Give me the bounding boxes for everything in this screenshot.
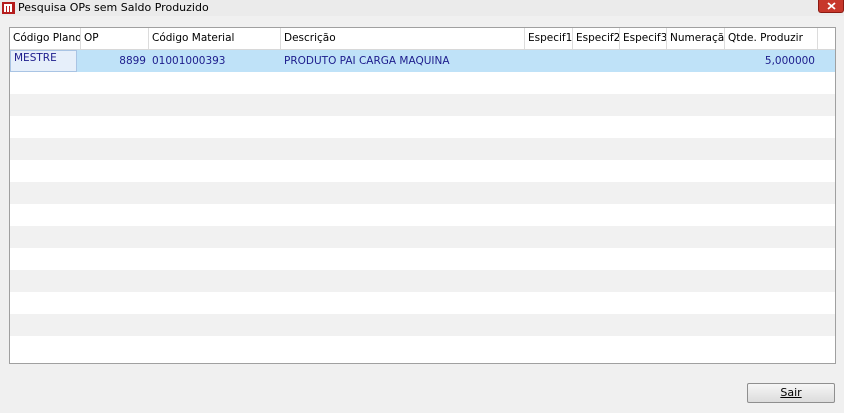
empty-row <box>10 292 835 314</box>
app-logo-icon <box>2 1 15 14</box>
cell-codigo-material[interactable]: 01001000393 <box>149 50 281 72</box>
cell-especif2[interactable] <box>573 50 620 72</box>
column-header-numeracao[interactable]: Numeração <box>667 28 725 49</box>
empty-row <box>10 72 835 94</box>
cell-codigo-plano[interactable]: MESTRE <box>10 50 77 72</box>
column-header-especif1[interactable]: Especif1 <box>525 28 573 49</box>
close-button[interactable] <box>818 0 844 13</box>
cell-qtde-produzir[interactable]: 5,000000 <box>725 50 818 72</box>
table-row[interactable]: MESTRE 8899 01001000393 PRODUTO PAI CARG… <box>10 50 835 72</box>
empty-row <box>10 204 835 226</box>
column-header-codigo-material[interactable]: Código Material <box>149 28 281 49</box>
close-icon <box>827 2 836 10</box>
sair-button-label: Sair <box>780 386 802 399</box>
empty-row <box>10 116 835 138</box>
grid-header: Código Plano OP Código Material Descriçã… <box>10 28 835 50</box>
column-header-codigo-plano[interactable]: Código Plano <box>10 28 81 49</box>
cell-especif3[interactable] <box>620 50 667 72</box>
cell-numeracao[interactable] <box>667 50 725 72</box>
column-header-especif2[interactable]: Especif2 <box>573 28 620 49</box>
cell-descricao[interactable]: PRODUTO PAI CARGA MAQUINA <box>281 50 525 72</box>
cell-especif1[interactable] <box>525 50 573 72</box>
window-title: Pesquisa OPs sem Saldo Produzido <box>18 1 209 14</box>
empty-row <box>10 138 835 160</box>
cell-op[interactable]: 8899 <box>81 50 149 72</box>
empty-row <box>10 314 835 336</box>
empty-row <box>10 336 835 358</box>
title-bar: Pesquisa OPs sem Saldo Produzido <box>0 0 844 16</box>
empty-row <box>10 94 835 116</box>
empty-row <box>10 160 835 182</box>
ops-grid[interactable]: Código Plano OP Código Material Descriçã… <box>9 27 836 364</box>
column-header-descricao[interactable]: Descrição <box>281 28 525 49</box>
column-header-qtde-produzir[interactable]: Qtde. Produzir <box>725 28 818 49</box>
empty-row <box>10 182 835 204</box>
empty-row <box>10 226 835 248</box>
column-header-op[interactable]: OP <box>81 28 149 49</box>
sair-button[interactable]: Sair <box>747 383 835 403</box>
column-header-especif3[interactable]: Especif3 <box>620 28 667 49</box>
empty-row <box>10 270 835 292</box>
empty-row <box>10 248 835 270</box>
